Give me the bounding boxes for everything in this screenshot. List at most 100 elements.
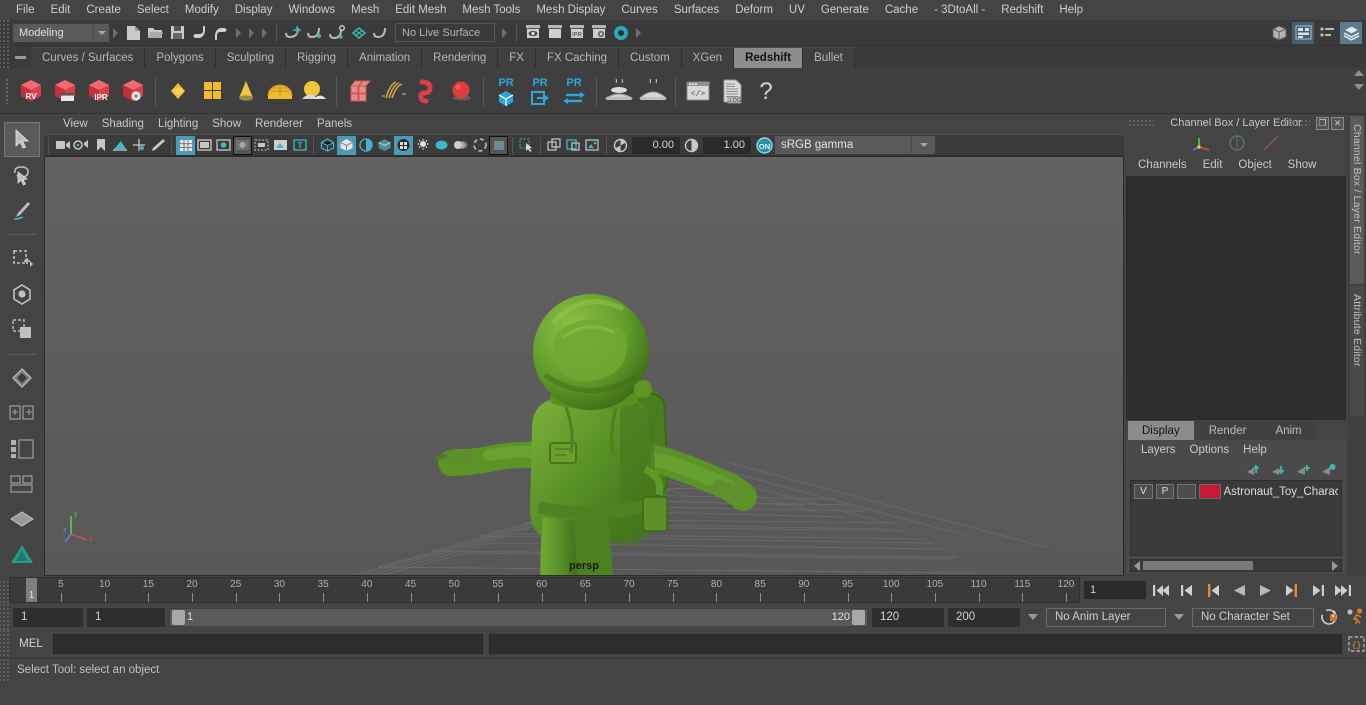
paint-select-tool-icon[interactable] bbox=[4, 193, 40, 227]
two-d-pan-zoom-icon[interactable] bbox=[129, 136, 148, 155]
viewport-menu-view[interactable]: View bbox=[56, 117, 95, 131]
redshift-script-icon[interactable]: </> bbox=[681, 74, 715, 108]
gate-mask-icon[interactable] bbox=[233, 135, 252, 155]
command-line-language-label[interactable]: MEL bbox=[9, 638, 53, 650]
menu-item-mesh-display[interactable]: Mesh Display bbox=[528, 2, 613, 18]
redshift-pr-export-icon[interactable]: PR bbox=[523, 74, 557, 108]
shelf-grip[interactable] bbox=[0, 46, 9, 68]
screen-space-ao-icon[interactable] bbox=[432, 136, 451, 155]
camera-attributes-icon[interactable] bbox=[72, 136, 91, 155]
range-row-grip[interactable] bbox=[0, 604, 9, 630]
tool-settings-icon[interactable] bbox=[1316, 22, 1338, 44]
image-plane-icon[interactable] bbox=[110, 136, 129, 155]
rotate-tool-icon[interactable] bbox=[4, 277, 40, 311]
menu-set-dropdown-arrow[interactable] bbox=[93, 23, 109, 42]
shelf-tab-rendering[interactable]: Rendering bbox=[422, 47, 499, 68]
go-to-start-icon[interactable] bbox=[1150, 580, 1172, 600]
gamma-field[interactable]: 1.00 bbox=[703, 136, 751, 154]
channel-box-menu-channels[interactable]: Channels bbox=[1130, 158, 1195, 172]
snap-to-point-icon[interactable] bbox=[326, 22, 348, 44]
range-end-handle[interactable] bbox=[852, 609, 865, 625]
four-view-layout-icon[interactable] bbox=[4, 396, 40, 430]
range-slider[interactable]: 1 120 bbox=[169, 607, 868, 627]
render-settings-icon[interactable] bbox=[588, 22, 610, 44]
resolution-gate-icon[interactable] bbox=[214, 136, 233, 155]
status-section-collapse-3[interactable] bbox=[249, 27, 254, 38]
textured-icon[interactable] bbox=[375, 136, 394, 155]
redshift-pr-object-icon[interactable]: PR bbox=[489, 74, 523, 108]
shelf-tab-sculpting[interactable]: Sculpting bbox=[215, 47, 287, 68]
redshift-render-sequence-icon[interactable] bbox=[48, 74, 82, 108]
select-camera-icon[interactable] bbox=[53, 136, 72, 155]
command-line-input[interactable] bbox=[53, 634, 483, 654]
close-window-icon[interactable]: ✕ bbox=[1331, 116, 1344, 130]
redshift-dome-light-icon[interactable] bbox=[263, 74, 297, 108]
menu-item-3dtoall[interactable]: - 3DtoAll - bbox=[926, 2, 993, 18]
shelf-scroll-arrows[interactable] bbox=[1354, 70, 1364, 90]
range-start-field[interactable]: 1 bbox=[87, 607, 165, 627]
character-set-dropdown-arrow[interactable] bbox=[1174, 614, 1184, 620]
status-line-grip[interactable] bbox=[0, 20, 9, 45]
viewport-menu-panels[interactable]: Panels bbox=[310, 117, 359, 131]
menu-item-generate[interactable]: Generate bbox=[813, 2, 877, 18]
redshift-spot-light-icon[interactable] bbox=[229, 74, 263, 108]
film-gate-icon[interactable] bbox=[195, 136, 214, 155]
paint-effects-icon[interactable] bbox=[564, 136, 583, 155]
lasso-select-tool-icon[interactable] bbox=[4, 158, 40, 192]
side-tab-channel-box[interactable]: Channel Box / Layer Editor bbox=[1350, 116, 1364, 284]
live-surface-field[interactable]: No Live Surface bbox=[395, 23, 495, 42]
menu-item-edit-mesh[interactable]: Edit Mesh bbox=[387, 2, 454, 18]
range-start-handle[interactable] bbox=[172, 609, 185, 625]
animation-preferences-icon[interactable] bbox=[1344, 607, 1366, 627]
animation-end-field[interactable]: 200 bbox=[948, 607, 1020, 627]
open-scene-icon[interactable] bbox=[144, 22, 166, 44]
restore-window-icon[interactable]: ❐ bbox=[1316, 116, 1329, 130]
scale-tool-icon[interactable] bbox=[4, 312, 40, 346]
shelf-tab-rigging[interactable]: Rigging bbox=[286, 47, 349, 68]
menu-item-redshift[interactable]: Redshift bbox=[993, 2, 1051, 18]
shelf-tab-polygons[interactable]: Polygons bbox=[145, 47, 216, 68]
menu-item-deform[interactable]: Deform bbox=[727, 2, 781, 18]
redshift-bake-icon[interactable] bbox=[602, 74, 636, 108]
film-origin-icon[interactable] bbox=[252, 136, 271, 155]
current-time-indicator[interactable]: 1 bbox=[26, 578, 37, 602]
list-item[interactable]: V P Astronaut_Toy_Charac bbox=[1131, 481, 1341, 500]
snap-to-grid-icon[interactable] bbox=[282, 22, 304, 44]
image-based-lighting-icon[interactable] bbox=[583, 136, 602, 155]
step-forward-frame-icon[interactable] bbox=[1280, 580, 1302, 600]
multisample-icon[interactable] bbox=[470, 136, 489, 155]
use-all-lights-icon[interactable] bbox=[394, 135, 413, 155]
current-frame-field[interactable]: 1 bbox=[1084, 581, 1146, 599]
attribute-editor-icon[interactable] bbox=[1292, 21, 1314, 44]
menu-item-edit[interactable]: Edit bbox=[43, 2, 79, 18]
smooth-shade-all-icon[interactable] bbox=[337, 135, 356, 155]
redshift-proxy-icon[interactable] bbox=[342, 74, 376, 108]
redshift-sphere-icon[interactable] bbox=[444, 74, 478, 108]
channel-box-menu-show[interactable]: Show bbox=[1280, 158, 1325, 172]
shelf-tab-curves-surfaces[interactable]: Curves / Surfaces bbox=[31, 47, 146, 68]
menu-item-mesh-tools[interactable]: Mesh Tools bbox=[454, 2, 528, 18]
redshift-bake-all-icon[interactable] bbox=[636, 74, 670, 108]
go-to-end-icon[interactable] bbox=[1332, 580, 1354, 600]
shelf-tab-bullet[interactable]: Bullet bbox=[803, 47, 855, 68]
save-scene-icon[interactable] bbox=[166, 22, 188, 44]
menu-item-create[interactable]: Create bbox=[78, 2, 129, 18]
layer-list[interactable]: V P Astronaut_Toy_Charac bbox=[1130, 480, 1342, 556]
redo-icon[interactable] bbox=[210, 22, 232, 44]
menu-item-cache[interactable]: Cache bbox=[877, 2, 926, 18]
redshift-volume-icon[interactable] bbox=[410, 74, 444, 108]
exposure-field[interactable]: 0.00 bbox=[632, 136, 680, 154]
menu-item-surfaces[interactable]: Surfaces bbox=[666, 2, 727, 18]
menu-item-mesh[interactable]: Mesh bbox=[343, 2, 387, 18]
viewport-menu-lighting[interactable]: Lighting bbox=[151, 117, 205, 131]
motion-blur-icon[interactable] bbox=[451, 136, 470, 155]
layer-list-hscrollbar[interactable] bbox=[1130, 559, 1342, 572]
color-management-select[interactable]: sRGB gamma bbox=[775, 136, 911, 154]
shelf-tab-custom[interactable]: Custom bbox=[619, 47, 682, 68]
gamma-icon[interactable] bbox=[682, 136, 701, 155]
exposure-icon[interactable] bbox=[611, 136, 630, 155]
viewport-menu-renderer[interactable]: Renderer bbox=[248, 117, 310, 131]
step-back-frame-icon[interactable] bbox=[1202, 580, 1224, 600]
layer-tab-anim[interactable]: Anim bbox=[1261, 421, 1316, 440]
redshift-log-icon[interactable]: .LOG bbox=[715, 74, 749, 108]
